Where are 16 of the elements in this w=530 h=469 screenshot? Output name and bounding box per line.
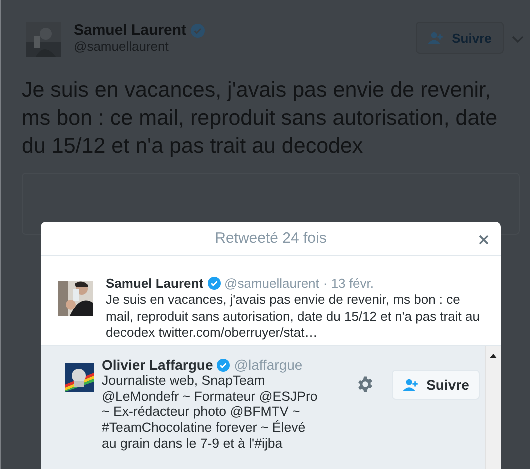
- follow-button[interactable]: Suivre: [392, 370, 480, 400]
- settings-icon[interactable]: [357, 376, 374, 393]
- tweet-date[interactable]: · 13 févr.: [323, 276, 374, 291]
- scrollbar[interactable]: [485, 346, 501, 469]
- user-name[interactable]: Olivier Laffargue: [102, 357, 214, 373]
- tweet-text: Je suis en vacances, j'avais pas envie de revenir, ms bon : ce mail, reproduit sans autorisation, date du 15/12 et n'a pas trait au decodex twitter.com/oberruyer/stat…: [106, 292, 481, 342]
- add-user-icon: [402, 379, 419, 391]
- add-user-icon: [428, 32, 444, 44]
- author-handle[interactable]: @samuellaurent: [224, 276, 320, 291]
- tweet-link[interactable]: twitter.com/oberruyer/stat…: [158, 325, 318, 340]
- dialog-title: Retweeté 24 fois: [215, 230, 327, 247]
- scroll-up-arrow-icon[interactable]: [490, 354, 497, 358]
- user-bio: Journaliste web, SnapTeam @LeMondefr ~ Formateur @ESJPro ~ Ex-rédacteur photo @BFMTV ~ #TeamChocolatine forever ~ Élevé au grain dans le 7-9 et à l'#ijba: [102, 373, 319, 452]
- author-name[interactable]: Samuel Laurent: [106, 276, 204, 291]
- user-handle[interactable]: @laffargue: [234, 357, 303, 373]
- close-icon[interactable]: [479, 235, 489, 245]
